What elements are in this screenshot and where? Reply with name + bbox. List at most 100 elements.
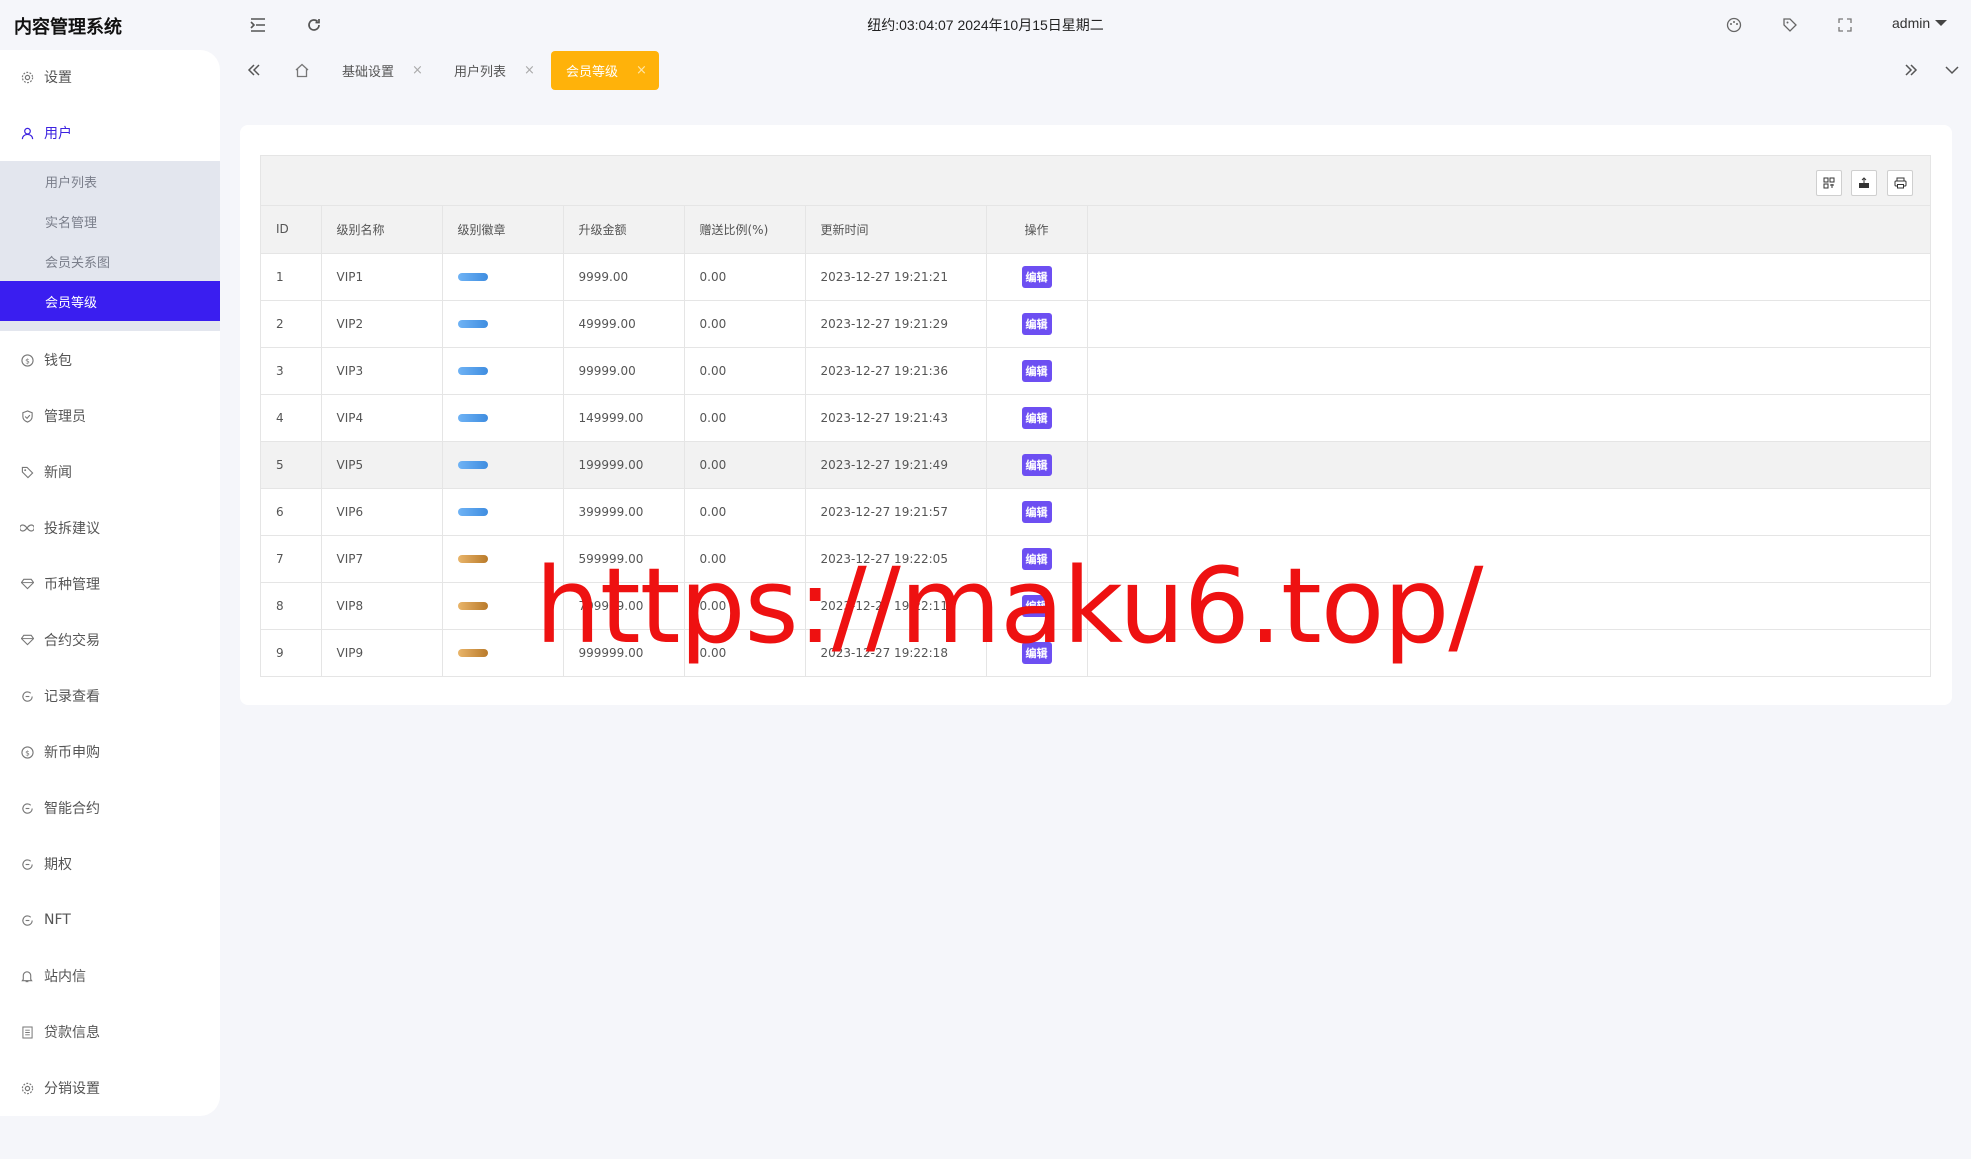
sidebar-item-records[interactable]: 记录查看 [0, 676, 220, 716]
table-cell: VIP6 [321, 488, 443, 536]
edit-button[interactable]: 编辑 [1021, 594, 1052, 617]
edit-button[interactable]: 编辑 [1021, 359, 1052, 382]
table-row: 5 VIP5 199999.00 0.00 2023-12-27 19:21:49 编辑 [261, 441, 1930, 489]
diamond-icon [20, 633, 34, 647]
sidebar-item-label: 记录查看 [44, 689, 100, 705]
column-header[interactable]: 级别名称 [321, 206, 443, 254]
close-icon[interactable]: × [524, 63, 535, 78]
table-cell: 9999.00 [563, 253, 685, 301]
table-cell [442, 535, 564, 583]
table-cell: 编辑 [986, 488, 1088, 536]
sidebar-item-distribution[interactable]: 分销设置 [0, 1068, 220, 1108]
table-cell: 0.00 [684, 535, 806, 583]
dollar-icon: $ [20, 745, 34, 759]
tabs-scroll-left-icon[interactable] [242, 58, 266, 82]
table-cell: 99999.00 [563, 347, 685, 395]
table-cell: 2023-12-27 19:21:43 [805, 394, 987, 442]
home-icon[interactable] [290, 58, 314, 82]
sidebar-item-smart-contract[interactable]: 智能合约 [0, 788, 220, 828]
sidebar-subitem-member-graph[interactable]: 会员关系图 [0, 241, 220, 281]
tab-user-list[interactable]: 用户列表 × [446, 51, 543, 90]
column-header[interactable]: 级别徽章 [442, 206, 564, 254]
table-row: 3 VIP3 99999.00 0.00 2023-12-27 19:21:36 编辑 [261, 347, 1930, 395]
export-icon[interactable] [1851, 170, 1877, 196]
table-cell: 0.00 [684, 394, 806, 442]
sidebar-item-label: 分销设置 [44, 1081, 100, 1097]
edit-button[interactable]: 编辑 [1021, 453, 1052, 476]
sidebar-item-users[interactable]: 用户 [0, 113, 220, 153]
table-cell: 编辑 [986, 347, 1088, 395]
sidebar-item-currency[interactable]: 币种管理 [0, 564, 220, 604]
theme-palette-icon[interactable] [1723, 14, 1745, 36]
column-header[interactable]: 操作 [986, 206, 1088, 254]
sidebar-item-wallet[interactable]: $ 钱包 [0, 340, 220, 380]
fullscreen-icon[interactable] [1834, 14, 1856, 36]
vip-badge-image [457, 508, 488, 516]
tab-basic-settings[interactable]: 基础设置 × [334, 51, 431, 90]
clock-display: 纽约:03:04:07 2024年10月15日星期二 [867, 17, 1104, 33]
edit-button[interactable]: 编辑 [1021, 500, 1052, 523]
sidebar-subitem-member-level[interactable]: 会员等级 [0, 281, 220, 321]
username: admin [1892, 15, 1931, 31]
edit-button[interactable]: 编辑 [1021, 547, 1052, 570]
table-cell: 3 [261, 347, 322, 395]
refresh-icon[interactable] [303, 14, 325, 36]
column-header[interactable]: 更新时间 [805, 206, 987, 254]
table-cell: VIP3 [321, 347, 443, 395]
close-icon[interactable]: × [412, 63, 423, 78]
sidebar-item-label: 设置 [44, 70, 72, 86]
sidebar-item-contract[interactable]: 合约交易 [0, 620, 220, 660]
sidebar-item-nft[interactable]: NFT [0, 900, 220, 940]
column-header[interactable]: 升级金额 [563, 206, 685, 254]
sidebar-item-new-coin[interactable]: $ 新币申购 [0, 732, 220, 772]
diamond-icon [20, 577, 34, 591]
edit-button[interactable]: 编辑 [1021, 641, 1052, 664]
tabs-scroll-right-icon[interactable] [1899, 58, 1923, 82]
chevron-down-icon[interactable] [1940, 58, 1964, 82]
sidebar-item-label: 新币申购 [44, 745, 100, 761]
user-menu[interactable]: admin [1892, 15, 1948, 31]
table-cell: 编辑 [986, 253, 1088, 301]
cycle-icon [20, 913, 34, 927]
tab-member-level[interactable]: 会员等级 × [551, 51, 659, 90]
vip-badge-image [457, 649, 488, 657]
menu-collapse-icon[interactable] [247, 14, 269, 36]
table-cell-filler [1087, 441, 1930, 489]
tab-label: 会员等级 [566, 65, 619, 80]
edit-button[interactable]: 编辑 [1021, 265, 1052, 288]
sidebar-item-loans[interactable]: 贷款信息 [0, 1012, 220, 1052]
table-cell: 49999.00 [563, 300, 685, 348]
column-header-filler [1087, 206, 1930, 254]
table-cell: 7 [261, 535, 322, 583]
table-cell: 2023-12-27 19:22:18 [805, 629, 987, 677]
sidebar-item-admins[interactable]: 管理员 [0, 396, 220, 436]
sidebar-item-options[interactable]: 期权 [0, 844, 220, 884]
table-cell: 0.00 [684, 253, 806, 301]
sidebar-subitem-realname[interactable]: 实名管理 [0, 201, 220, 241]
columns-filter-icon[interactable] [1816, 170, 1842, 196]
tab-label: 用户列表 [454, 65, 507, 80]
table-cell: 0.00 [684, 300, 806, 348]
print-icon[interactable] [1887, 170, 1913, 196]
table-cell: 编辑 [986, 394, 1088, 442]
table-cell-filler [1087, 582, 1930, 630]
close-icon[interactable]: × [636, 63, 647, 78]
column-header[interactable]: 赠送比例(%) [684, 206, 806, 254]
cycle-icon [20, 857, 34, 871]
edit-button[interactable]: 编辑 [1021, 312, 1052, 335]
sidebar-subitem-user-list[interactable]: 用户列表 [0, 161, 220, 201]
table-cell: VIP4 [321, 394, 443, 442]
column-header[interactable]: ID [261, 206, 322, 254]
table-cell: 2023-12-27 19:21:36 [805, 347, 987, 395]
table-cell: 2023-12-27 19:22:11 [805, 582, 987, 630]
sidebar-item-news[interactable]: 新闻 [0, 452, 220, 492]
sidebar-item-settings[interactable]: 设置 [0, 57, 220, 97]
sidebar: 用户列表 实名管理 会员关系图 会员等级 设置 用户 $ 钱包 管理员 新闻 投… [0, 50, 220, 1116]
sidebar-item-feedback[interactable]: 投拆建议 [0, 508, 220, 548]
table-cell: 2023-12-27 19:21:21 [805, 253, 987, 301]
sidebar-item-messages[interactable]: 站内信 [0, 956, 220, 996]
tag-icon[interactable] [1779, 14, 1801, 36]
table-row: 8 VIP8 799999.00 0.00 2023-12-27 19:22:11 编辑 [261, 582, 1930, 630]
vip-badge-image [457, 555, 488, 563]
edit-button[interactable]: 编辑 [1021, 406, 1052, 429]
